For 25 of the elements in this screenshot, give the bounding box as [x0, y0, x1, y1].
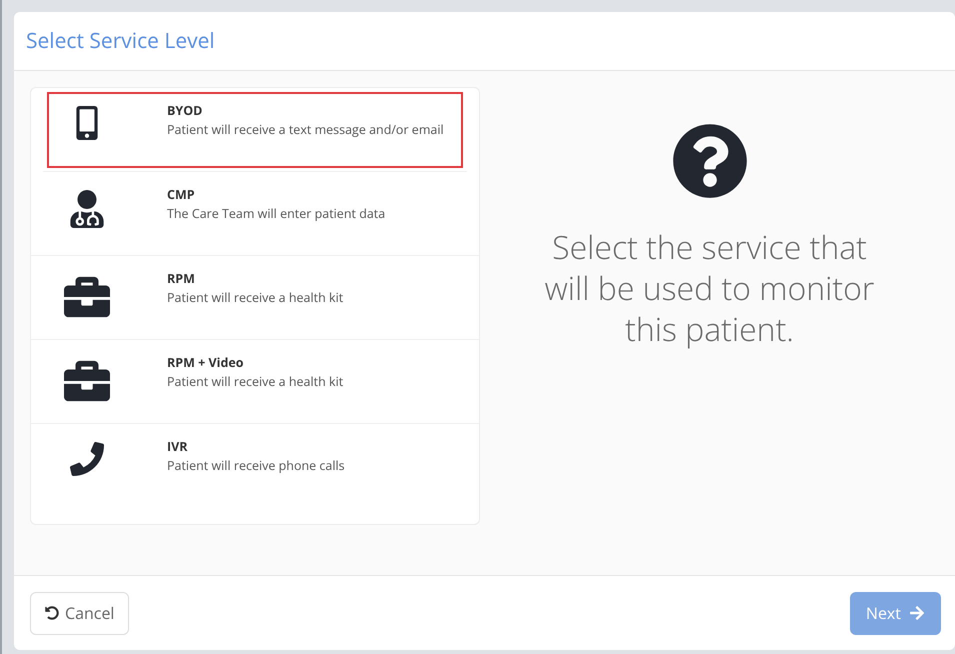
service-description: Patient will receive a health kit — [167, 372, 344, 392]
phone-icon — [70, 442, 104, 476]
briefcase-icon — [64, 358, 110, 404]
question-icon — [672, 123, 748, 199]
briefcase-icon — [64, 274, 110, 320]
service-name: BYOD — [167, 102, 204, 119]
service-name: IVR — [167, 438, 189, 455]
dialog-title: Select Service Level — [26, 27, 215, 55]
service-option[interactable]: RPM + Video Patient will receive a health kit — [31, 340, 479, 424]
undo-icon — [45, 606, 59, 620]
service-option[interactable]: RPM Patient will receive a health kit — [31, 256, 479, 340]
service-name: RPM — [167, 270, 196, 287]
service-description: Patient will receive phone calls — [167, 456, 345, 476]
service-option[interactable]: IVR Patient will receive phone calls — [31, 424, 479, 508]
service-name: RPM + Video — [167, 354, 245, 371]
prompt-text: Select the service that will be used to monitor this patient. — [544, 227, 876, 350]
service-description: Patient will receive a health kit — [167, 288, 344, 308]
service-description: Patient will receive a text message and/or email — [167, 120, 444, 140]
service-name: CMP — [167, 186, 196, 203]
service-description: The Care Team will enter patient data — [167, 204, 386, 224]
cancel-button[interactable]: Cancel — [30, 592, 130, 634]
service-option[interactable]: CMP The Care Team will enter patient data — [31, 172, 479, 256]
service-option[interactable]: BYOD Patient will receive a text message and/or email — [43, 88, 467, 172]
arrow-right-icon — [909, 605, 925, 621]
doctor-icon — [68, 190, 106, 228]
